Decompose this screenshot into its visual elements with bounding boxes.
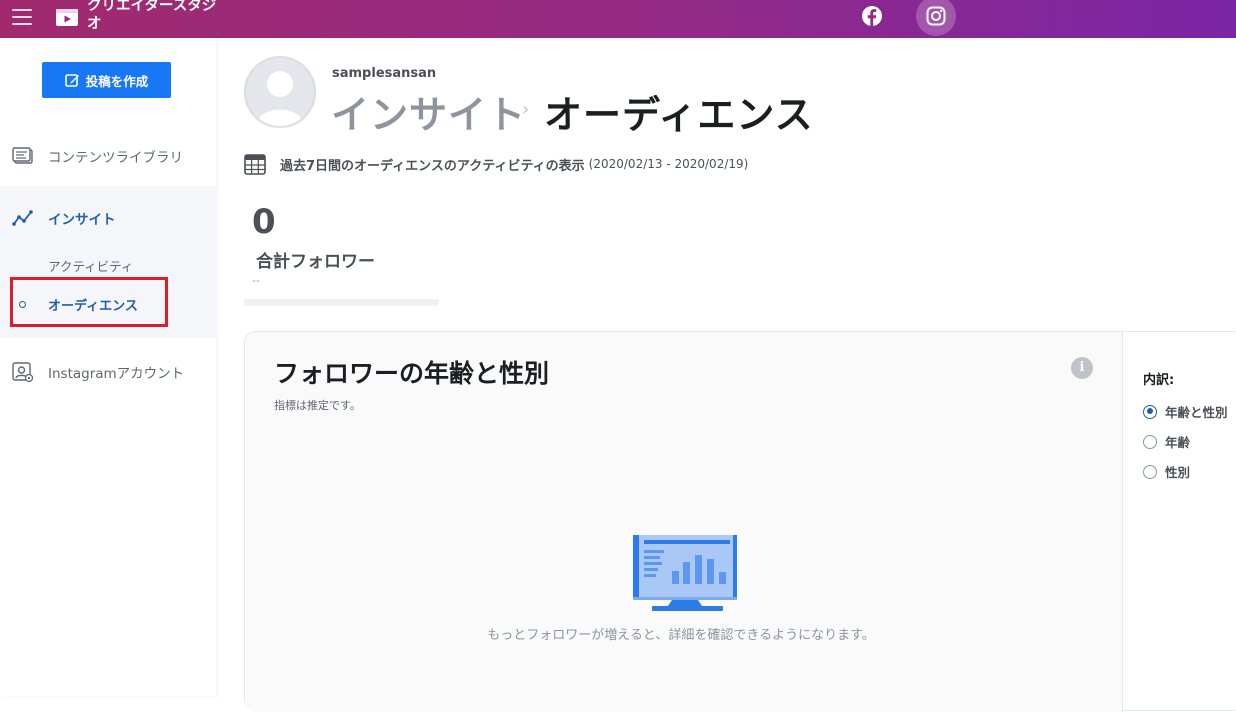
sidebar-item-label: インサイト — [48, 212, 116, 228]
sidebar-subitem-audience[interactable]: オーディエンス — [10, 277, 168, 327]
date-range-row[interactable]: 過去7日間のオーディエンスのアクティビティの表示 (2020/02/13 - 2… — [244, 152, 748, 176]
sidebar-subitem-activity[interactable]: アクティビティ — [48, 256, 133, 275]
app-title: クリエイタースタジオ — [87, 0, 217, 32]
instagram-account-icon — [12, 362, 34, 383]
sidebar-item-label: コンテンツライブラリ — [48, 150, 183, 166]
breakdown-option-label: 性別 — [1165, 465, 1191, 480]
card-subtitle: 指標は推定です。 — [274, 399, 361, 412]
age-gender-chart-area: フォロワーの年齢と性別 指標は推定です。 i もっとフォロワーが増えると、詳細を… — [245, 332, 1123, 712]
creator-studio-logo — [56, 9, 78, 26]
compose-icon — [64, 73, 79, 87]
content-library-icon — [12, 147, 33, 164]
account-username: samplesansan — [332, 66, 437, 81]
sidebar-item-insights[interactable]: インサイト — [0, 206, 216, 230]
default-avatar-icon — [246, 58, 314, 126]
breadcrumb-insights[interactable]: インサイト — [331, 84, 526, 139]
breakdown-option-label: 年齢と性別 — [1165, 405, 1228, 420]
sidebar-item-instagram-account[interactable]: Instagramアカウント — [0, 360, 216, 384]
date-range-value: (2020/02/13 - 2020/02/19) — [588, 157, 749, 171]
breakdown-option-label: 年齢 — [1165, 435, 1191, 450]
sidebar-item-label: Instagramアカウント — [48, 366, 185, 382]
sidebar-subitem-label: オーディエンス — [48, 299, 138, 314]
date-range-label: 過去7日間のオーディエンスのアクティビティの表示 — [280, 158, 585, 174]
breadcrumb-separator-icon: › — [522, 99, 530, 120]
breakdown-option-age-gender[interactable]: 年齢と性別 — [1143, 402, 1228, 421]
insights-icon — [12, 210, 33, 226]
page-title: オーディエンス — [544, 93, 814, 137]
instagram-icon — [926, 6, 946, 26]
total-followers-label: 合計フォロワー — [256, 252, 375, 272]
total-followers-count: 0 — [252, 202, 276, 242]
placeholder-bar — [244, 299, 439, 306]
sidebar-item-content-library[interactable]: コンテンツライブラリ — [0, 144, 216, 168]
empty-state-message: もっとフォロワーが増えると、詳細を確認できるようになります。 — [487, 628, 875, 643]
breakdown-option-gender[interactable]: 性別 — [1143, 462, 1190, 481]
info-icon[interactable]: i — [1071, 357, 1093, 379]
top-bar: クリエイタースタジオ — [0, 0, 1236, 38]
empty-chart-monitor-icon — [633, 535, 737, 611]
age-gender-card: フォロワーの年齢と性別 指標は推定です。 i もっとフォロワーが増えると、詳細を… — [244, 331, 1236, 712]
hamburger-icon[interactable] — [12, 8, 32, 26]
create-post-label: 投稿を作成 — [85, 73, 149, 89]
radio-selected[interactable] — [1143, 404, 1157, 419]
sidebar: 投稿を作成 コンテンツライブラリ インサイト アクティビティ オーディエンス I… — [0, 38, 216, 696]
active-dot-icon — [19, 301, 26, 308]
card-title: フォロワーの年齢と性別 — [274, 359, 550, 388]
radio-unselected[interactable] — [1143, 464, 1157, 479]
total-followers-delta: -- — [252, 274, 260, 287]
breakdown-title: 内訳: — [1143, 373, 1175, 388]
breakdown-option-age[interactable]: 年齢 — [1143, 432, 1190, 451]
profile-avatar — [244, 56, 316, 128]
facebook-icon[interactable] — [858, 2, 886, 30]
radio-unselected[interactable] — [1143, 434, 1157, 449]
create-post-button[interactable]: 投稿を作成 — [42, 62, 171, 98]
instagram-icon-button[interactable] — [916, 0, 956, 36]
calendar-icon — [244, 154, 266, 175]
